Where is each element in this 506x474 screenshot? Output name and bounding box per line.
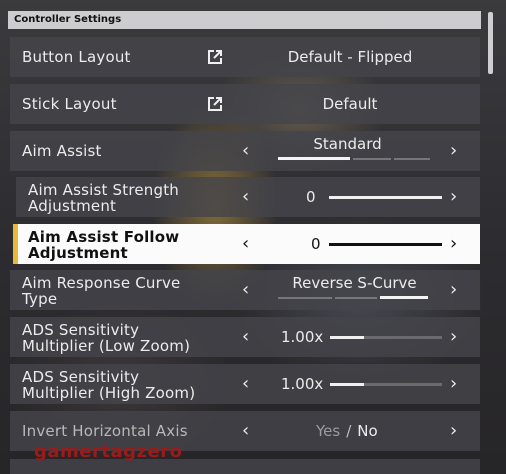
setting-ads-low-zoom[interactable]: ADS Sensitivity Multiplier (Low Zoom) ‹ 1… (10, 317, 480, 357)
chevron-left-icon[interactable]: ‹ (242, 281, 249, 299)
setting-aim-response-curve[interactable]: Aim Response Curve Type ‹ Reverse S-Curve… (10, 270, 480, 310)
chevron-left-icon[interactable]: ‹ (242, 188, 249, 206)
setting-label: ADS Sensitivity Multiplier (Low Zoom) (22, 321, 191, 355)
setting-aim-assist[interactable]: Aim Assist ‹ Standard › (10, 131, 480, 171)
setting-aim-assist-follow[interactable]: Aim Assist Follow Adjustment ‹ 0 › (13, 224, 480, 264)
toggle-options: Yes / No (316, 422, 378, 440)
option-segment-selected (278, 157, 350, 160)
setting-label: Aim Assist (22, 142, 102, 160)
slider-track-line (329, 196, 442, 199)
option-segment-selected (380, 296, 428, 299)
chevron-left-icon[interactable]: ‹ (242, 422, 249, 440)
setting-value: Reverse S-Curve (292, 274, 417, 292)
setting-ads-high-zoom[interactable]: ADS Sensitivity Multiplier (High Zoom) ‹ … (10, 364, 480, 404)
setting-value: Default - Flipped (287, 48, 413, 66)
chevron-left-icon[interactable]: ‹ (242, 142, 249, 160)
option-segment (394, 158, 430, 160)
setting-value: Default (322, 95, 378, 113)
watermark: gamertagzero (34, 441, 183, 462)
setting-label: ADS Sensitivity Multiplier (High Zoom) (22, 368, 196, 402)
slider-value: 0 (306, 188, 316, 206)
option-yes: Yes (316, 422, 341, 440)
setting-aim-assist-strength[interactable]: Aim Assist Strength Adjustment ‹ 0 › (16, 177, 480, 217)
slider-fill (330, 336, 364, 339)
option-separator: / (346, 422, 352, 440)
section-header: Controller Settings (8, 11, 481, 29)
chevron-right-icon[interactable]: › (450, 375, 457, 393)
chevron-right-icon[interactable]: › (450, 235, 457, 253)
chevron-right-icon[interactable]: › (450, 188, 457, 206)
slider-fill (330, 383, 364, 386)
option-segment (335, 297, 377, 299)
setting-label: Aim Assist Strength Adjustment (28, 181, 180, 215)
chevron-left-icon[interactable]: ‹ (242, 375, 249, 393)
chevron-left-icon[interactable]: ‹ (242, 235, 249, 253)
setting-label: Aim Assist Follow Adjustment (28, 228, 180, 262)
selection-accent (13, 224, 18, 264)
setting-label: Aim Response Curve Type (22, 274, 181, 308)
setting-label: Button Layout (22, 48, 131, 66)
option-no: No (357, 422, 378, 440)
slider-value: 0 (311, 235, 321, 253)
chevron-right-icon[interactable]: › (450, 281, 457, 299)
chevron-right-icon[interactable]: › (450, 142, 457, 160)
option-segment (353, 158, 391, 160)
option-segment (278, 297, 332, 299)
slider-value: 1.00x (281, 375, 324, 393)
setting-button-layout[interactable]: Button Layout Default - Flipped (10, 37, 480, 77)
setting-label: Stick Layout (22, 95, 117, 113)
setting-value: Standard (313, 135, 382, 153)
slider-value: 1.00x (281, 328, 324, 346)
scrollbar-thumb[interactable] (488, 12, 493, 74)
chevron-left-icon[interactable]: ‹ (242, 328, 249, 346)
external-link-icon (208, 50, 222, 64)
external-link-icon (208, 97, 222, 111)
chevron-right-icon[interactable]: › (450, 422, 457, 440)
slider-track[interactable] (329, 243, 442, 246)
setting-label: Invert Horizontal Axis (22, 422, 188, 440)
setting-stick-layout[interactable]: Stick Layout Default (10, 84, 480, 124)
chevron-right-icon[interactable]: › (450, 328, 457, 346)
